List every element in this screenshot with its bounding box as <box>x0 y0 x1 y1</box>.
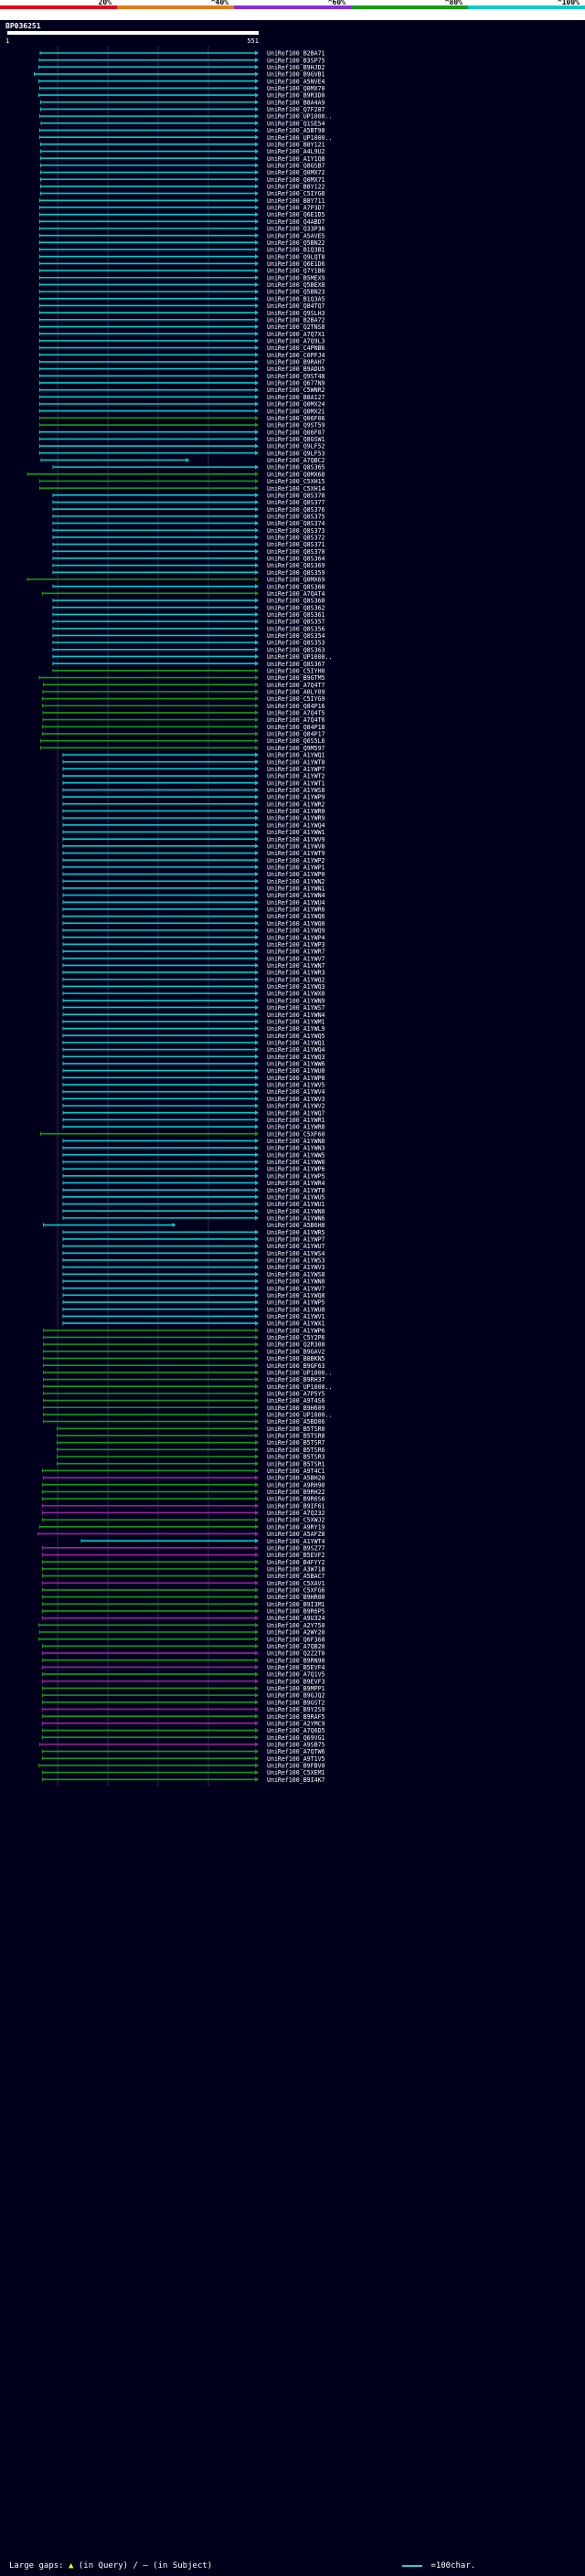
hit-label: UniRef100_B9I4K7 <box>267 1776 325 1784</box>
query-id-label: BP036251 <box>5 22 41 30</box>
slash-label: / <box>133 2561 138 2571</box>
large-gaps-label: Large gaps: <box>9 2561 64 2571</box>
query-bar <box>7 31 259 35</box>
in-query-label: (in Query) <box>78 2561 129 2571</box>
subject-gap-icon: — <box>143 2561 148 2571</box>
query-end-label: 551 <box>247 37 259 45</box>
query-gap-icon: ▲ <box>69 2561 74 2571</box>
scale-swatch <box>402 2564 422 2567</box>
scale-label: =100char. <box>431 2561 476 2571</box>
query-start-label: 1 <box>5 37 9 45</box>
in-subject-label: (in Subject) <box>153 2561 213 2571</box>
alignment-chart: BP0362511 551UniRef100_B2BA71UniRef100_B3… <box>0 20 585 2556</box>
footer: Large gaps: ▲ (in Query) / — (in Subject… <box>0 2556 585 2576</box>
